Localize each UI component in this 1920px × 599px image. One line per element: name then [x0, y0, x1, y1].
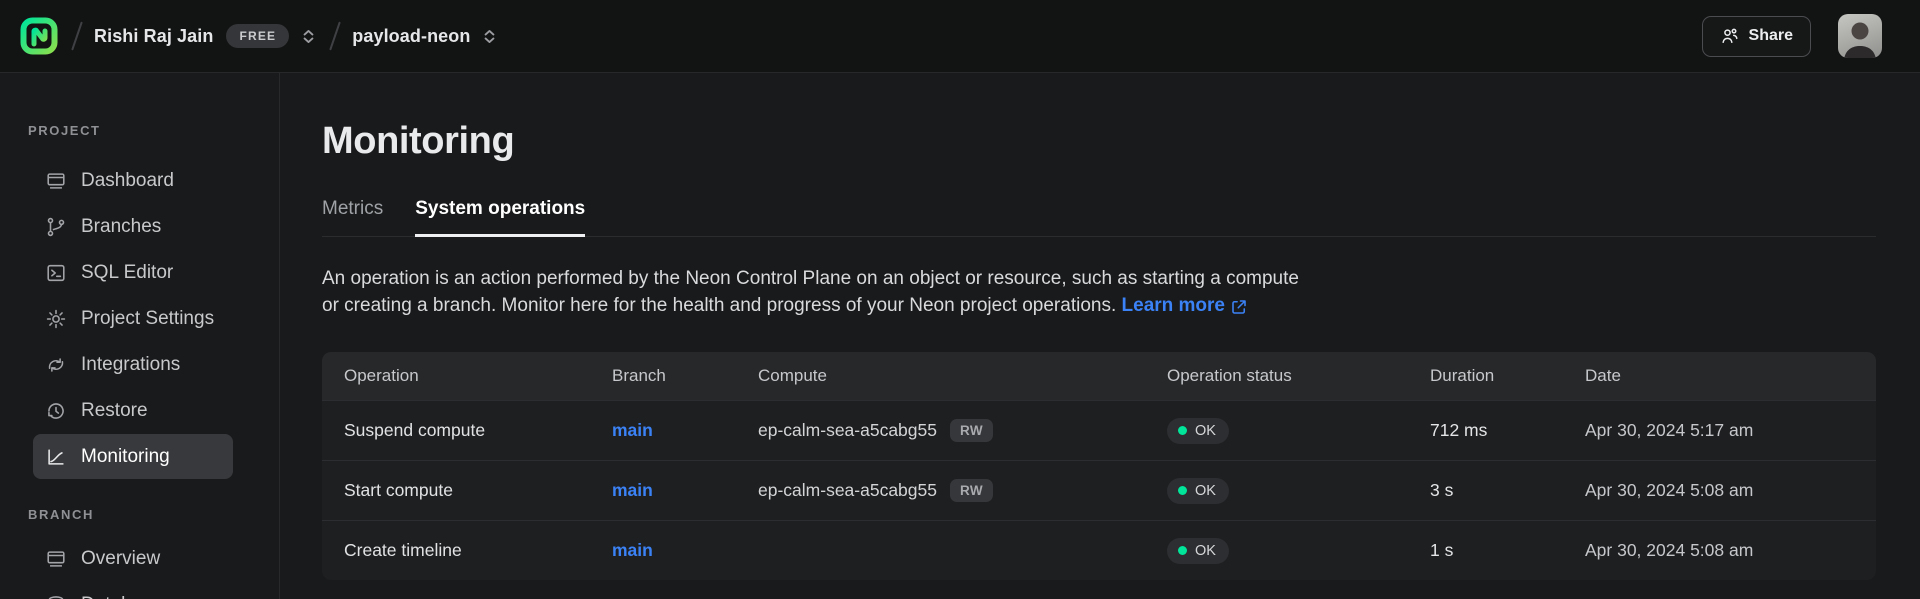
tab-system-operations[interactable]: System operations — [415, 198, 585, 236]
cell-duration: 712 ms — [1430, 420, 1585, 441]
sidebar: PROJECT Dashboard Branches — [0, 73, 280, 599]
sidebar-item-project-settings[interactable]: Project Settings — [33, 296, 233, 341]
window-icon — [45, 548, 67, 570]
chevron-up-down-icon[interactable] — [299, 27, 318, 46]
avatar[interactable] — [1838, 14, 1882, 58]
org-name: Rishi Raj Jain — [94, 26, 213, 47]
cell-date: Apr 30, 2024 5:08 am — [1585, 540, 1854, 561]
header-cell-compute: Compute — [758, 366, 1167, 386]
table-row: Start compute main ep-calm-sea-a5cabg55 … — [322, 460, 1876, 520]
cell-duration: 3 s — [1430, 480, 1585, 501]
window-icon — [45, 170, 67, 192]
header-cell-duration: Duration — [1430, 366, 1585, 386]
sidebar-item-label: Dashboard — [81, 170, 174, 192]
header-cell-branch: Branch — [612, 366, 758, 386]
header-cell-operation-status: Operation status — [1167, 366, 1430, 386]
description-line1: An operation is an action performed by t… — [322, 268, 1299, 289]
table-header: Operation Branch Compute Operation statu… — [322, 352, 1876, 400]
history-clock-icon — [45, 400, 67, 422]
cell-operation: Create timeline — [344, 540, 612, 561]
sidebar-item-monitoring[interactable]: Monitoring — [33, 434, 233, 479]
rw-badge: RW — [950, 419, 993, 442]
status-badge: OK — [1167, 478, 1229, 504]
status-label: OK — [1195, 483, 1216, 499]
sidebar-item-databases[interactable]: Databases — [33, 582, 233, 599]
sidebar-item-label: Branches — [81, 216, 161, 238]
terminal-icon — [45, 262, 67, 284]
sidebar-item-integrations[interactable]: Integrations — [33, 342, 233, 387]
sidebar-item-label: Integrations — [81, 354, 180, 376]
main-content: Monitoring Metrics System operations An … — [280, 73, 1920, 599]
sidebar-item-label: Project Settings — [81, 308, 214, 330]
sidebar-item-label: Databases — [81, 594, 172, 599]
cell-duration: 1 s — [1430, 540, 1585, 561]
status-ok-dot-icon — [1178, 426, 1187, 435]
sidebar-item-dashboard[interactable]: Dashboard — [33, 158, 233, 203]
learn-more-label: Learn more — [1122, 292, 1225, 319]
branch-link[interactable]: main — [612, 420, 653, 440]
page-title: Monitoring — [322, 122, 1920, 160]
status-badge: OK — [1167, 538, 1229, 564]
description-line2: or creating a branch. Monitor here for t… — [322, 295, 1116, 316]
table-row: Suspend compute main ep-calm-sea-a5cabg5… — [322, 400, 1876, 460]
gear-icon — [45, 308, 67, 330]
cell-date: Apr 30, 2024 5:08 am — [1585, 480, 1854, 501]
sidebar-item-restore[interactable]: Restore — [33, 388, 233, 433]
rw-badge: RW — [950, 479, 993, 502]
compute-name: ep-calm-sea-a5cabg55 — [758, 420, 937, 441]
branch-link[interactable]: main — [612, 540, 653, 560]
header-cell-operation: Operation — [344, 366, 612, 386]
breadcrumb-separator — [71, 21, 83, 50]
section-label-project: PROJECT — [28, 123, 279, 138]
operations-description: An operation is an action performed by t… — [322, 265, 1920, 319]
operations-table: Operation Branch Compute Operation statu… — [322, 352, 1876, 580]
cell-date: Apr 30, 2024 5:17 am — [1585, 420, 1854, 441]
sidebar-item-sql-editor[interactable]: SQL Editor — [33, 250, 233, 295]
learn-more-link[interactable]: Learn more — [1122, 292, 1248, 319]
share-button[interactable]: Share — [1702, 16, 1811, 57]
topbar: Rishi Raj Jain FREE payload-neon Share — [0, 0, 1920, 73]
breadcrumb-separator — [329, 21, 341, 50]
status-ok-dot-icon — [1178, 486, 1187, 495]
sidebar-item-overview[interactable]: Overview — [33, 536, 233, 581]
database-icon — [45, 594, 67, 599]
branch-link[interactable]: main — [612, 480, 653, 500]
header-cell-date: Date — [1585, 366, 1854, 386]
tab-metrics[interactable]: Metrics — [322, 198, 383, 236]
section-label-branch: BRANCH — [28, 507, 279, 522]
status-label: OK — [1195, 543, 1216, 559]
org-breadcrumb[interactable]: Rishi Raj Jain FREE — [94, 24, 318, 48]
chart-line-icon — [45, 446, 67, 468]
cell-operation: Suspend compute — [344, 420, 612, 441]
sidebar-item-label: Overview — [81, 548, 160, 570]
share-label: Share — [1749, 27, 1793, 45]
tabs-bar: Metrics System operations — [322, 198, 1876, 237]
status-ok-dot-icon — [1178, 546, 1187, 555]
status-badge: OK — [1167, 418, 1229, 444]
sidebar-item-branches[interactable]: Branches — [33, 204, 233, 249]
project-breadcrumb[interactable]: payload-neon — [352, 26, 499, 47]
sidebar-item-label: SQL Editor — [81, 262, 173, 284]
external-link-icon — [1230, 298, 1248, 316]
cell-operation: Start compute — [344, 480, 612, 501]
chevron-up-down-icon[interactable] — [480, 27, 499, 46]
share-users-icon — [1720, 26, 1740, 46]
sidebar-item-label: Restore — [81, 400, 148, 422]
table-row: Create timeline main OK 1 s Apr 30, 2024… — [322, 520, 1876, 580]
compute-name: ep-calm-sea-a5cabg55 — [758, 480, 937, 501]
sidebar-item-label: Monitoring — [81, 446, 170, 468]
git-branch-icon — [45, 216, 67, 238]
flow-arrows-icon — [45, 354, 67, 376]
neon-logo-icon[interactable] — [18, 15, 60, 57]
status-label: OK — [1195, 423, 1216, 439]
project-name: payload-neon — [352, 26, 470, 47]
plan-badge: FREE — [226, 24, 289, 48]
